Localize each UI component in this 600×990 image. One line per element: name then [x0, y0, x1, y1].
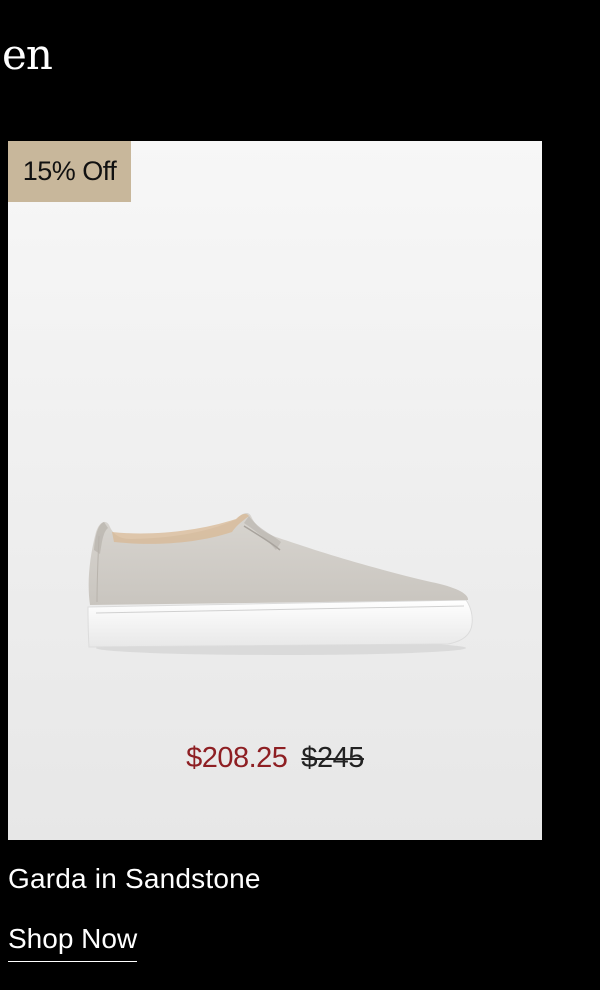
- discount-badge: 15% Off: [8, 141, 131, 202]
- product-name[interactable]: Garda in Sandstone: [8, 863, 261, 895]
- sale-price: $208.25: [186, 742, 288, 774]
- shop-now-link[interactable]: Shop Now: [8, 923, 138, 962]
- section-heading: en: [2, 30, 53, 79]
- original-price: $245: [301, 742, 364, 774]
- product-card[interactable]: 15% Off $208.25 $245: [8, 141, 542, 840]
- price-row: $208.25 $245: [8, 744, 542, 773]
- product-image[interactable]: [76, 502, 476, 662]
